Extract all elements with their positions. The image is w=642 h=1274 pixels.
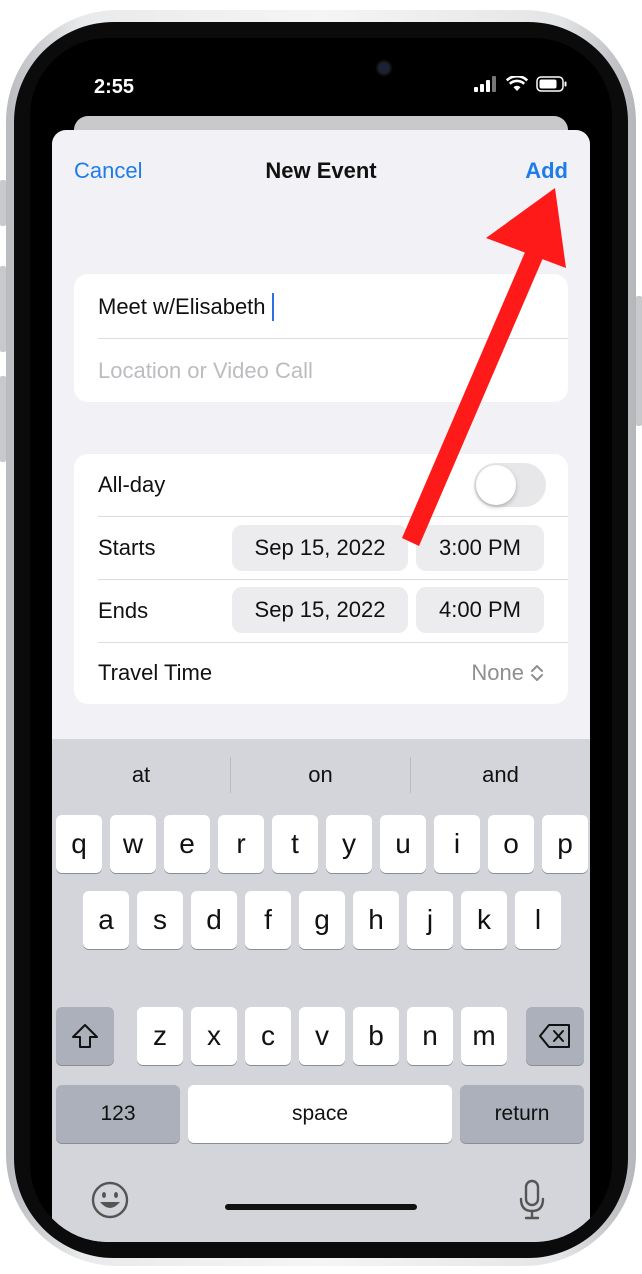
ends-time-button[interactable]: 4:00 PM — [416, 587, 544, 633]
event-title-field[interactable]: Meet w/Elisabeth — [98, 276, 568, 338]
key-r[interactable]: r — [218, 815, 264, 873]
key-s[interactable]: s — [137, 891, 183, 949]
volume-up-button — [0, 266, 6, 352]
delete-key[interactable] — [526, 1007, 584, 1065]
ends-label: Ends — [98, 598, 149, 623]
allday-toggle[interactable] — [474, 463, 546, 507]
key-f[interactable]: f — [245, 891, 291, 949]
starts-time-button[interactable]: 3:00 PM — [416, 525, 544, 571]
shift-icon — [72, 1024, 98, 1048]
key-a[interactable]: a — [83, 891, 129, 949]
divider — [98, 338, 568, 339]
add-button[interactable]: Add — [525, 158, 568, 184]
status-time: 2:55 — [94, 76, 135, 98]
suggestion-and[interactable]: and — [411, 753, 590, 797]
chevron-updown-icon — [531, 665, 543, 681]
travel-time-label: Travel Time — [98, 660, 213, 685]
travel-time-value: None — [471, 660, 544, 686]
volume-down-button — [0, 376, 6, 462]
toggle-knob — [476, 465, 516, 505]
key-m[interactable]: m — [461, 1007, 507, 1065]
text-cursor — [271, 293, 274, 321]
travel-time-row[interactable]: Travel Time None — [98, 642, 568, 704]
key-c[interactable]: c — [245, 1007, 291, 1065]
key-w[interactable]: w — [110, 815, 156, 873]
nav-bar: Cancel New Event Add — [52, 130, 590, 214]
key-q[interactable]: q — [56, 815, 102, 873]
key-l[interactable]: l — [515, 891, 561, 949]
key-k[interactable]: k — [461, 891, 507, 949]
event-title-value: Meet w/Elisabeth — [98, 294, 266, 319]
key-p[interactable]: p — [542, 815, 588, 873]
allday-row: All-day — [98, 454, 568, 516]
key-g[interactable]: g — [299, 891, 345, 949]
location-field[interactable]: Location or Video Call — [98, 340, 568, 402]
key-j[interactable]: j — [407, 891, 453, 949]
shift-key[interactable] — [56, 1007, 114, 1065]
key-z[interactable]: z — [137, 1007, 183, 1065]
key-v[interactable]: v — [299, 1007, 345, 1065]
key-y[interactable]: y — [326, 815, 372, 873]
suggestion-on[interactable]: on — [231, 753, 410, 797]
signal-icon — [474, 76, 496, 92]
key-b[interactable]: b — [353, 1007, 399, 1065]
starts-label: Starts — [98, 535, 156, 560]
delete-icon — [539, 1024, 570, 1048]
status-bar: 2:55 — [30, 38, 612, 128]
key-d[interactable]: d — [191, 891, 237, 949]
travel-time-value-text: None — [471, 660, 524, 685]
key-i[interactable]: i — [434, 815, 480, 873]
ends-date-button[interactable]: Sep 15, 2022 — [232, 587, 408, 633]
key-x[interactable]: x — [191, 1007, 237, 1065]
mute-switch — [0, 180, 6, 226]
keyboard: at on and qwertyuiop asdfghjkl zxcvbnm 1… — [52, 739, 590, 1242]
return-key[interactable]: return — [460, 1085, 584, 1143]
wifi-icon — [506, 76, 528, 91]
key-u[interactable]: u — [380, 815, 426, 873]
title-location-card: Meet w/Elisabeth Location or Video Call — [74, 274, 568, 402]
battery-icon — [536, 76, 567, 92]
page-title: New Event — [265, 158, 377, 183]
suggestion-at[interactable]: at — [52, 753, 230, 797]
emoji-icon[interactable] — [90, 1180, 130, 1220]
key-e[interactable]: e — [164, 815, 210, 873]
schedule-card: All-day Starts Sep 15, 2022 3:00 PM Ends… — [74, 454, 568, 704]
status-icons — [474, 76, 568, 92]
screen: 2:55 Cancel New Event Add Meet w/Elisabe… — [30, 38, 612, 1242]
front-camera — [376, 60, 392, 76]
key-t[interactable]: t — [272, 815, 318, 873]
starts-date-button[interactable]: Sep 15, 2022 — [232, 525, 408, 571]
key-o[interactable]: o — [488, 815, 534, 873]
microphone-icon[interactable] — [516, 1178, 548, 1222]
power-button — [636, 296, 642, 426]
numbers-key[interactable]: 123 — [56, 1085, 180, 1143]
key-h[interactable]: h — [353, 891, 399, 949]
home-indicator — [225, 1204, 417, 1210]
key-n[interactable]: n — [407, 1007, 453, 1065]
space-key[interactable]: space — [188, 1085, 452, 1143]
allday-label: All-day — [98, 472, 166, 497]
